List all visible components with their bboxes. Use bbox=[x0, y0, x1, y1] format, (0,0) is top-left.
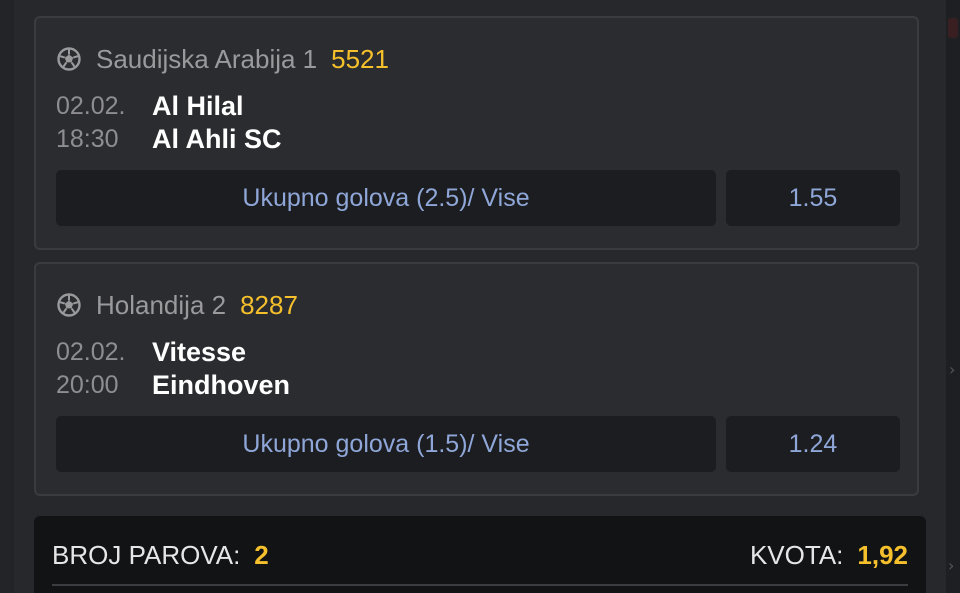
summary-divider bbox=[52, 584, 908, 586]
home-team: Al Hilal bbox=[152, 90, 244, 121]
total-odds: KVOTA: 1,92 bbox=[750, 540, 908, 571]
match-card: Holandija 2 8287 02.02. Vitesse 20:00 Ei… bbox=[34, 262, 919, 496]
market-button[interactable]: Ukupno golova (2.5)/ Vise bbox=[56, 170, 716, 226]
match-code: 8287 bbox=[240, 289, 298, 320]
pairs-value: 2 bbox=[254, 540, 269, 570]
soccer-ball-icon bbox=[57, 293, 81, 317]
away-team: Al Ahli SC bbox=[152, 123, 282, 154]
away-team: Eindhoven bbox=[152, 369, 291, 400]
match-header: Saudijska Arabija 1 5521 bbox=[56, 44, 389, 74]
match-header: Holandija 2 8287 bbox=[56, 290, 298, 320]
odd-button[interactable]: 1.24 bbox=[726, 416, 900, 472]
pairs-label: BROJ PAROVA: bbox=[52, 540, 241, 570]
match-time: 18:30 bbox=[56, 124, 119, 153]
edge-chevron-icon: › bbox=[949, 360, 956, 379]
pairs-count: BROJ PAROVA: 2 bbox=[52, 540, 269, 571]
league-name: Saudijska Arabija 1 bbox=[96, 43, 318, 74]
away-row: 20:00 Eindhoven bbox=[56, 369, 290, 401]
match-time: 20:00 bbox=[56, 370, 119, 399]
right-edge: › › bbox=[946, 0, 960, 593]
home-team: Vitesse bbox=[152, 336, 247, 367]
away-row: 18:30 Al Ahli SC bbox=[56, 123, 282, 155]
odds-label: KVOTA: bbox=[749, 540, 844, 570]
match-date: 02.02. bbox=[56, 337, 126, 366]
left-edge bbox=[0, 0, 14, 593]
soccer-ball-icon bbox=[57, 47, 81, 71]
match-code: 5521 bbox=[331, 43, 389, 74]
odds-value: 1,92 bbox=[857, 540, 908, 570]
edge-chevron-icon: › bbox=[948, 556, 955, 575]
ticket-summary: BROJ PAROVA: 2 KVOTA: 1,92 bbox=[34, 516, 926, 593]
home-row: 02.02. Vitesse bbox=[56, 336, 246, 368]
market-button[interactable]: Ukupno golova (1.5)/ Vise bbox=[56, 416, 716, 472]
match-card: Saudijska Arabija 1 5521 02.02. Al Hilal… bbox=[34, 16, 919, 250]
edge-badge bbox=[948, 18, 958, 38]
league-name: Holandija 2 bbox=[96, 289, 227, 320]
ticket-screen: › › Saudijska Arabija 1 5521 02.02. Al H… bbox=[0, 0, 960, 593]
odd-button[interactable]: 1.55 bbox=[726, 170, 900, 226]
home-row: 02.02. Al Hilal bbox=[56, 90, 244, 122]
match-date: 02.02. bbox=[56, 91, 126, 120]
